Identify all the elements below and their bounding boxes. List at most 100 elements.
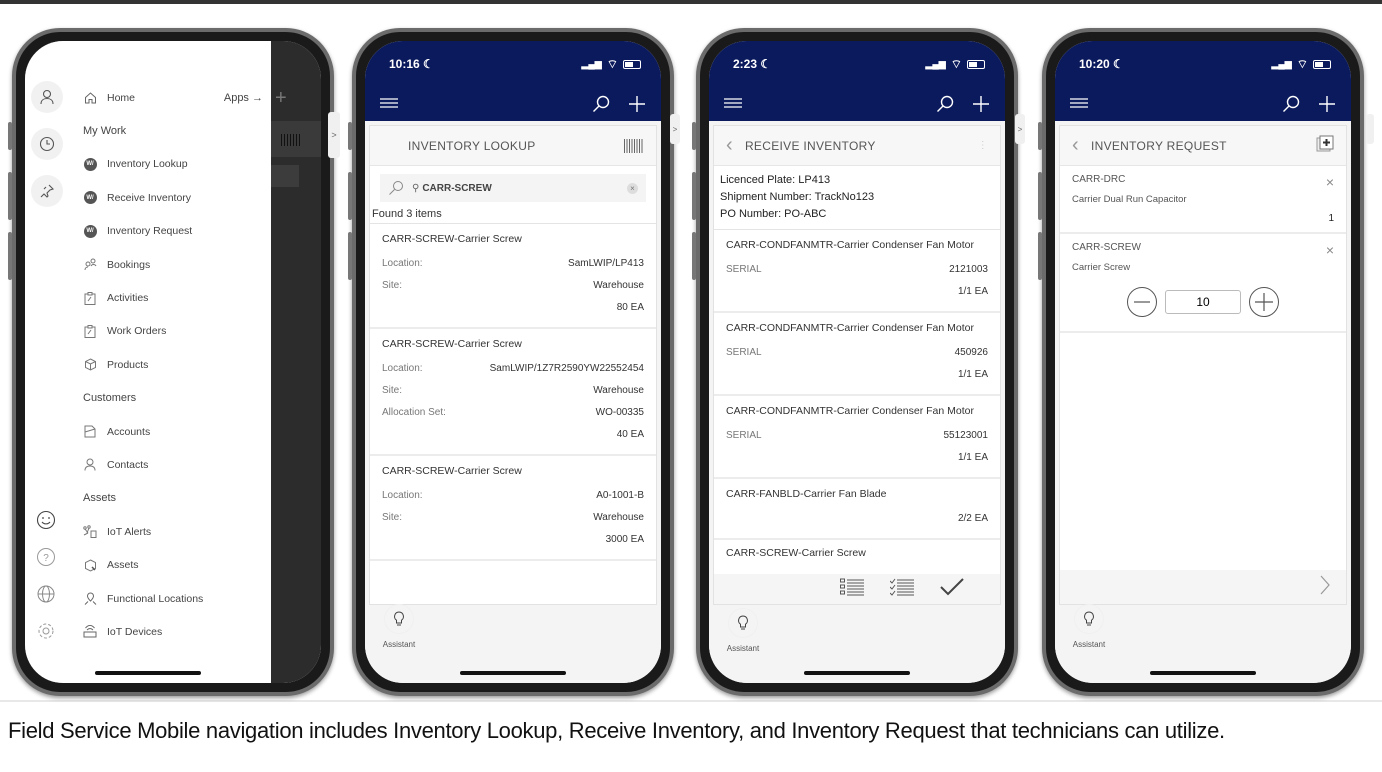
expand-tab[interactable]: > — [328, 112, 340, 158]
nav-item[interactable]: Activities — [83, 281, 263, 314]
list-item[interactable]: CARR-CONDFANMTR-Carrier Condenser Fan Mo… — [714, 230, 1000, 313]
field-label: Location: — [382, 258, 423, 269]
nav-item[interactable]: W/ Inventory Lookup — [83, 148, 263, 181]
nav-item[interactable]: Accounts — [83, 415, 263, 448]
increment-button[interactable] — [1249, 287, 1279, 317]
status-bar: 2:23 ☾ ▂▄▆ ⌔ — [709, 41, 1005, 87]
content: INVENTORY LOOKUP ⚲ CARR-SCREW × Found 3 … — [365, 121, 661, 683]
clear-search-button[interactable]: × — [627, 182, 638, 194]
search-field[interactable]: ⚲ CARR-SCREW × — [380, 174, 646, 202]
nav-item[interactable]: Bookings — [83, 248, 263, 281]
menu-button[interactable] — [377, 92, 401, 116]
help-button[interactable]: ? — [35, 546, 57, 568]
list-item-partial[interactable]: CARR-SCREW-Carrier Screw — [714, 540, 1000, 575]
search-button[interactable] — [1279, 92, 1303, 116]
expand-tab[interactable]: > — [670, 114, 680, 144]
add-item-button[interactable] — [1316, 135, 1334, 156]
add-button[interactable] — [969, 92, 993, 116]
pinned-button[interactable] — [31, 175, 63, 207]
nav-item[interactable]: Contacts — [83, 448, 263, 481]
panel-title: INVENTORY REQUEST — [1090, 138, 1227, 153]
remove-item-button[interactable]: × — [1326, 242, 1334, 258]
request-item[interactable]: CARR-DRC Carrier Dual Run Capacitor 1 × — [1060, 166, 1346, 234]
nav-item-label: IoT Alerts — [107, 525, 152, 538]
nav-item-home[interactable]: Home Apps → — [83, 81, 263, 114]
back-button[interactable]: ‹ — [726, 134, 733, 157]
serial-value: 450926 — [954, 347, 988, 358]
barcode-scan-button[interactable] — [624, 138, 644, 153]
list-item[interactable]: CARR-CONDFANMTR-Carrier Condenser Fan Mo… — [714, 313, 1000, 396]
add-button[interactable] — [1315, 92, 1339, 116]
nav-item[interactable]: W/ Receive Inventory — [83, 181, 263, 214]
nav-rail-bottom: ? — [35, 509, 57, 657]
home-indicator — [460, 671, 566, 675]
barcode-icon — [281, 134, 301, 146]
search-button[interactable] — [589, 92, 613, 116]
field-label: Site: — [382, 512, 403, 523]
nav-item-label: Inventory Lookup — [107, 158, 188, 171]
field-row: Location: SamLWIP/1Z7R2590YW22552454 — [382, 358, 644, 380]
location-pin-icon — [83, 592, 97, 606]
checklist-icon — [889, 578, 914, 596]
request-item[interactable]: CARR-SCREW Carrier Screw × — [1060, 234, 1346, 333]
list-item[interactable]: CARR-SCREW-Carrier Screw Location: SamLW… — [370, 224, 656, 329]
feedback-button[interactable] — [35, 509, 57, 531]
screen: 2:23 ☾ ▂▄▆ ⌔ ‹ RECEIVE INVENTORY ⋮ Licen… — [709, 41, 1005, 683]
item-name: CARR-SCREW-Carrier Screw — [382, 233, 522, 245]
item-name: CARR-CONDFANMTR-Carrier Condenser Fan Mo… — [726, 405, 974, 417]
figure-caption: Field Service Mobile navigation includes… — [8, 718, 1225, 743]
menu-button[interactable] — [721, 92, 745, 116]
recent-button[interactable] — [31, 128, 63, 160]
list-item[interactable]: CARR-FANBLD-Carrier Fan Blade 2/2 EA — [714, 479, 1000, 540]
inventory-request-panel: ‹ INVENTORY REQUEST CARR-DRC Carrier Dua… — [1059, 125, 1347, 605]
nav-item[interactable]: Work Orders — [83, 315, 263, 348]
list-item[interactable]: CARR-SCREW-Carrier Screw Location: A0-10… — [370, 456, 656, 561]
item-quantity: 1/1 EA — [957, 286, 988, 297]
nav-item[interactable]: IoT Devices — [83, 615, 263, 648]
app-bar — [365, 87, 661, 121]
nav-item[interactable]: Assets — [83, 548, 263, 581]
nav-item-label: Receive Inventory — [107, 191, 192, 204]
search-icon — [1283, 95, 1300, 112]
search-button[interactable] — [933, 92, 957, 116]
settings-button[interactable] — [35, 620, 57, 642]
assistant-button[interactable]: Assistant — [377, 604, 421, 649]
assistant-button[interactable]: Assistant — [721, 608, 765, 653]
remove-item-button[interactable]: × — [1326, 174, 1334, 190]
minus-icon — [1134, 301, 1150, 303]
more-icon[interactable]: ⋮ — [978, 140, 988, 151]
nav-item[interactable]: IoT Alerts — [83, 515, 263, 548]
nav-item-label: Work Orders — [107, 325, 167, 338]
field-label: Allocation Set: — [382, 407, 446, 418]
nav-section-heading: Assets — [83, 492, 117, 505]
search-input[interactable]: CARR-SCREW — [422, 183, 627, 194]
next-button[interactable] — [1320, 575, 1330, 600]
offline-button[interactable] — [35, 583, 57, 605]
plus-icon — [1255, 293, 1273, 311]
search-icon — [389, 181, 403, 195]
check-list-button[interactable] — [889, 578, 914, 601]
confirm-button[interactable] — [940, 577, 964, 601]
moon-icon: ☾ — [1113, 57, 1124, 71]
list-item[interactable]: CARR-SCREW-Carrier Screw Location: SamLW… — [370, 329, 656, 456]
moon-icon: ☾ — [760, 57, 772, 71]
list-view-button[interactable] — [840, 578, 864, 601]
search-icon — [937, 95, 954, 112]
nav-item[interactable]: Products — [83, 348, 263, 381]
list-item[interactable]: CARR-CONDFANMTR-Carrier Condenser Fan Mo… — [714, 396, 1000, 479]
add-button[interactable] — [625, 92, 649, 116]
expand-tab[interactable] — [1366, 114, 1374, 144]
quantity-input[interactable] — [1165, 290, 1241, 314]
field-row: Site: Warehouse — [382, 380, 644, 402]
nav-item[interactable]: W/ Inventory Request — [83, 215, 263, 248]
item-quantity: 40 EA — [616, 429, 644, 440]
screen: 10:16 ☾ ▂▄▆ ⌔ INVENTORY LOOKUP ⚲ CARR-SC… — [365, 41, 661, 683]
back-button[interactable]: ‹ — [1072, 134, 1079, 157]
expand-tab[interactable]: > — [1015, 114, 1025, 144]
menu-button[interactable] — [1067, 92, 1091, 116]
assistant-button[interactable]: Assistant — [1067, 604, 1111, 649]
apps-link[interactable]: Apps → — [224, 92, 263, 104]
decrement-button[interactable] — [1127, 287, 1157, 317]
nav-item[interactable]: Functional Locations — [83, 582, 263, 615]
profile-button[interactable] — [31, 81, 63, 113]
